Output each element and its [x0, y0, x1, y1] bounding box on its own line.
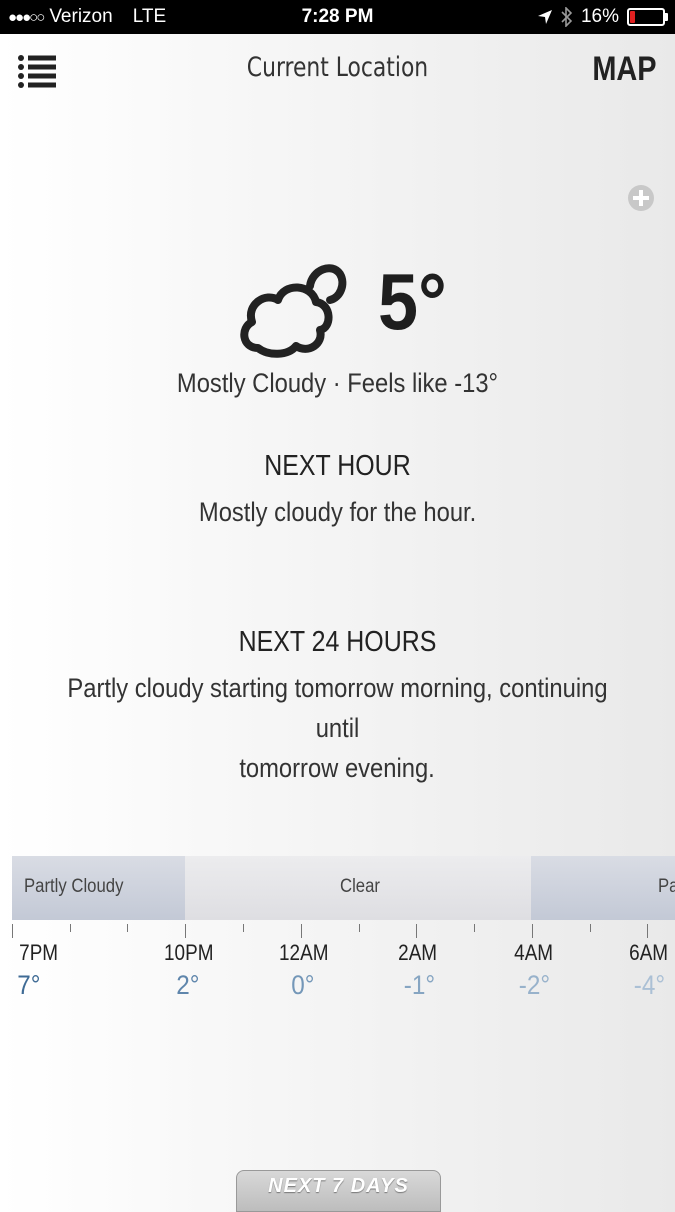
- battery-level: [630, 11, 636, 23]
- battery-icon: [627, 8, 668, 26]
- hour-temperature: -2°: [518, 970, 551, 1000]
- battery-percent: 16%: [580, 6, 619, 27]
- hour-temperature: 7°: [17, 970, 41, 1000]
- hour-label: 12AM: [279, 940, 329, 965]
- timeline-ticks: [0, 924, 675, 940]
- timeline-band-partly-cloudy[interactable]: Partly Cloudy: [12, 856, 185, 920]
- map-button[interactable]: MAP: [593, 50, 657, 89]
- location-title[interactable]: Current Location: [34, 52, 642, 83]
- timeline-band-partly-cloudy-next[interactable]: Pa: [531, 856, 675, 920]
- hour-label: 2AM: [398, 940, 438, 965]
- current-temperature: 5°: [378, 257, 447, 346]
- hour-label: 10PM: [164, 940, 214, 965]
- hour-temperature: -4°: [633, 970, 666, 1000]
- next-7-days-button[interactable]: NEXT 7 DAYS: [236, 1170, 441, 1212]
- tick: [359, 924, 360, 932]
- tick: [474, 924, 475, 932]
- hour-temperature: 0°: [291, 970, 315, 1000]
- tick: [12, 924, 13, 938]
- tick: [647, 924, 648, 938]
- band-label: Pa: [658, 876, 675, 897]
- next-hour-text-line: Mostly cloudy for the hour.: [198, 497, 477, 527]
- location-arrow-icon: [537, 10, 552, 24]
- tick: [590, 924, 591, 932]
- next-24-hours-line-1: Partly cloudy starting tomorrow morning,…: [67, 673, 608, 743]
- band-label: Partly Cloudy: [24, 876, 124, 897]
- tick: [416, 924, 417, 938]
- next-hour-title: NEXT HOUR: [264, 450, 411, 482]
- timeline-band-clear[interactable]: Clear: [185, 856, 531, 920]
- mostly-cloudy-icon: [240, 264, 347, 358]
- hour-label: 7PM: [19, 940, 59, 965]
- hour-label: 4AM: [514, 940, 554, 965]
- tick: [243, 924, 244, 932]
- condition-timeline[interactable]: Partly Cloudy Clear Pa: [12, 856, 675, 920]
- next-24-hours-text: Partly cloudy starting tomorrow morning,…: [20, 668, 655, 788]
- tick: [70, 924, 71, 932]
- status-bar: ●●●○○ Verizon LTE 7:28 PM 16%: [0, 0, 675, 34]
- band-label: Clear: [340, 876, 380, 897]
- hour-temperature: 2°: [176, 970, 200, 1000]
- tick: [185, 924, 186, 938]
- next-hour-text: Mostly cloudy for the hour.: [20, 492, 655, 532]
- add-location-icon[interactable]: [627, 184, 655, 212]
- current-summary: Mostly Cloudy · Feels like -13°: [176, 368, 499, 398]
- next-24-hours-line-2: tomorrow evening.: [239, 753, 436, 783]
- next-24-hours-title: NEXT 24 HOURS: [238, 626, 437, 658]
- hour-label: 6AM: [629, 940, 669, 965]
- bluetooth-icon: [561, 7, 573, 27]
- tick: [532, 924, 533, 938]
- tick: [301, 924, 302, 938]
- tick: [127, 924, 128, 932]
- hour-temperature: -1°: [403, 970, 436, 1000]
